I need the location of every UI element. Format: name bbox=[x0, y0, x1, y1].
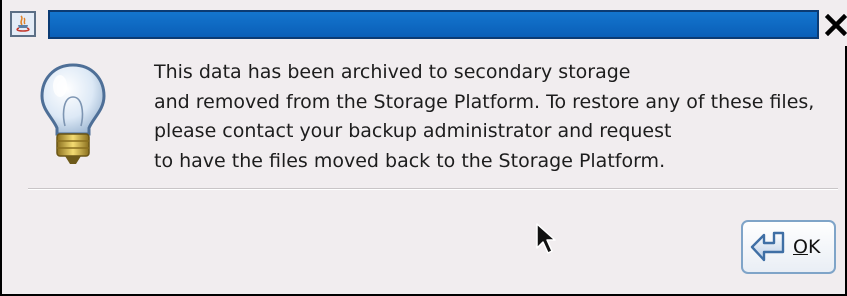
ok-button[interactable]: OK bbox=[741, 220, 836, 274]
message-line: please contact your backup administrator… bbox=[154, 120, 672, 142]
title-bar[interactable] bbox=[2, 0, 847, 46]
message-line: and removed from the Storage Platform. T… bbox=[154, 90, 815, 113]
close-icon[interactable] bbox=[823, 11, 847, 39]
ok-button-label: OK bbox=[793, 236, 820, 258]
ok-label-rest: K bbox=[807, 236, 821, 258]
info-dialog: This data has been archived to secondary… bbox=[0, 0, 847, 296]
window-title bbox=[48, 10, 819, 39]
message-line: This data has been archived to secondary… bbox=[154, 61, 631, 83]
message-text: This data has been archived to secondary… bbox=[154, 58, 844, 176]
java-app-icon bbox=[10, 11, 36, 37]
divider bbox=[28, 188, 838, 190]
message-line: to have the files moved back to the Stor… bbox=[154, 149, 666, 172]
mouse-pointer-icon bbox=[535, 222, 561, 258]
ok-mnemonic: O bbox=[793, 236, 808, 258]
return-arrow-icon bbox=[750, 230, 788, 264]
lightbulb-icon bbox=[38, 62, 108, 168]
